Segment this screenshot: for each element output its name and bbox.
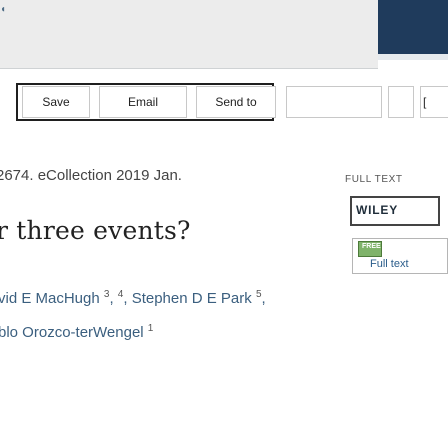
toolbar-button-cut[interactable]: [ <box>420 86 448 118</box>
save-button[interactable]: Save <box>22 86 90 118</box>
citation-text: 2674. eCollection 2019 Jan. <box>0 167 182 184</box>
author-line-2: blo Orozco-terWengel 1 <box>0 314 266 348</box>
top-gray-bar <box>0 0 378 69</box>
bookmark-icon[interactable]: ◖ <box>0 4 12 16</box>
author-list: vid E MacHugh 3, 4, Stephen D E Park 5, … <box>0 280 266 348</box>
author-link[interactable]: blo Orozco-terWengel <box>0 324 144 341</box>
author-link[interactable]: vid E MacHugh <box>0 290 100 307</box>
full-text-heading: FULL TEXT <box>345 174 403 185</box>
free-badge-text: FREE <box>362 243 381 250</box>
account-panel <box>378 0 448 60</box>
toolbar-button-display[interactable] <box>388 86 414 118</box>
author-link[interactable]: , Stephen D E Park <box>123 290 251 307</box>
author-line-1: vid E MacHugh 3, 4, Stephen D E Park 5, <box>0 289 266 307</box>
article-title: r three events? <box>0 216 191 245</box>
email-button[interactable]: Email <box>99 86 187 118</box>
wiley-logo-text: WILEY <box>356 203 398 217</box>
pmc-full-text-label: Full text <box>370 258 409 270</box>
toolbar-button-partial[interactable] <box>286 86 382 118</box>
send-to-button[interactable]: Send to <box>196 86 276 118</box>
affiliation-ref[interactable]: 1 <box>148 323 154 334</box>
